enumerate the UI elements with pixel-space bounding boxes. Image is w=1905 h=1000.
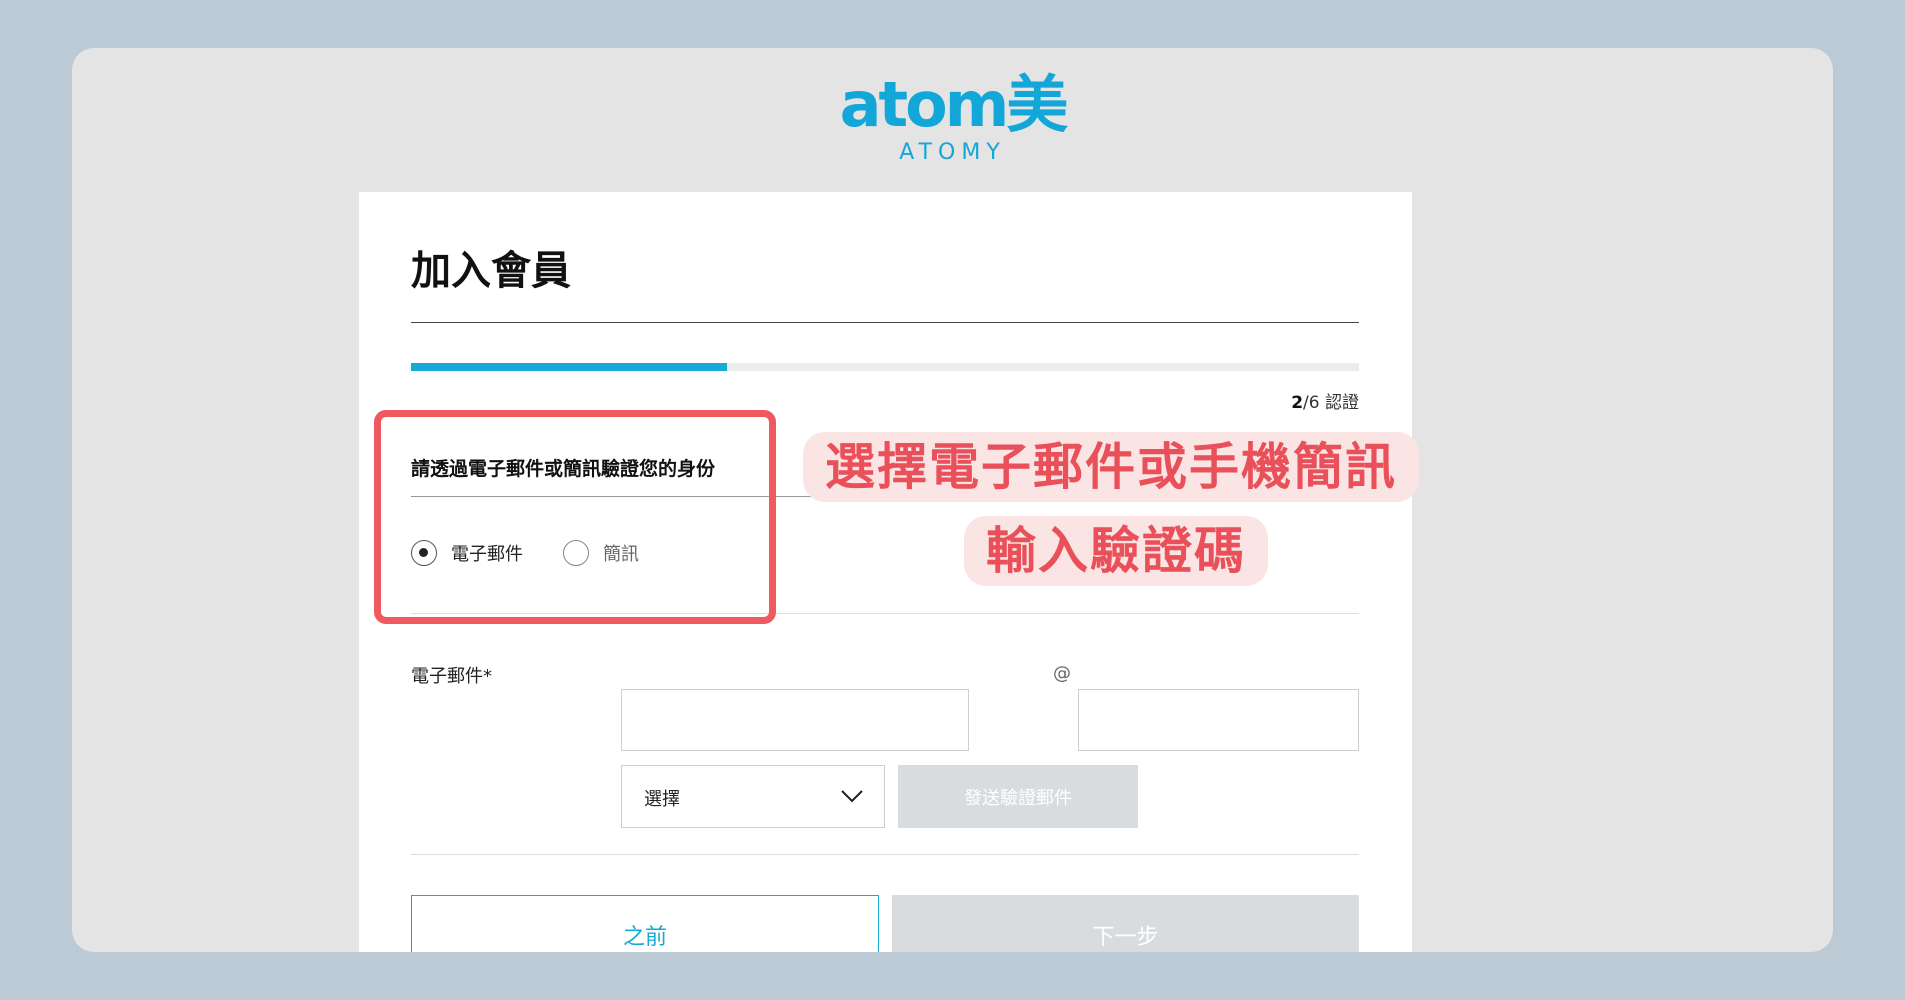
progress-fill — [411, 363, 727, 371]
email-label: 電子郵件* — [411, 666, 492, 687]
at-sign: @ — [1053, 663, 1071, 684]
email-local-input[interactable] — [621, 689, 969, 751]
email-domain-select[interactable]: 選擇 — [621, 765, 885, 828]
annotation-callout-line1: 選擇電子郵件或手機簡訊 — [803, 432, 1419, 502]
page-title: 加入會員 — [411, 248, 571, 294]
send-verification-email-button[interactable]: 發送驗證郵件 — [898, 765, 1138, 828]
footer-divider — [411, 854, 1359, 855]
step-indicator: 2/6 認證 — [1291, 388, 1359, 413]
title-divider — [411, 322, 1359, 323]
step-current: 2 — [1291, 393, 1304, 413]
logo-subtitle: ATOMY — [899, 140, 1006, 165]
annotation-callout-line2: 輸入驗證碼 — [964, 516, 1268, 586]
logo-wordmark: atom美 — [839, 68, 1069, 141]
step-rest: /6 認證 — [1303, 393, 1359, 413]
progress-bar — [411, 363, 1359, 371]
annotation-highlight-box — [374, 410, 776, 624]
atomy-logo[interactable]: atom美 ATOMY — [72, 70, 1833, 166]
chevron-down-icon — [841, 790, 863, 803]
prev-button[interactable]: 之前 — [411, 895, 879, 952]
select-value: 選擇 — [644, 789, 680, 810]
next-button[interactable]: 下一步 — [892, 895, 1359, 952]
email-domain-input[interactable] — [1078, 689, 1359, 751]
